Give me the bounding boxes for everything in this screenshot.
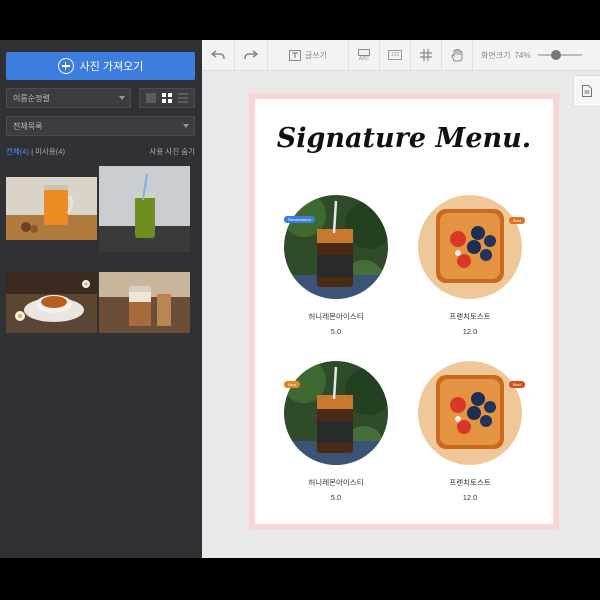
photo-thumbnail-green-juice[interactable] <box>99 166 190 252</box>
editor-app: 사진 가져오기 이름순정렬 전체목록 전체(4) | 미사용(4) 사용 사진 … <box>0 40 600 558</box>
photo-thumbnail-juice[interactable] <box>6 177 97 240</box>
number-tool-label: 123 <box>387 50 403 60</box>
editor-toolbar: 글쓰기 ABC 123 화면크기 74% <box>202 40 600 71</box>
import-photos-label: 사진 가져오기 <box>79 61 144 73</box>
undo-button[interactable] <box>202 40 235 70</box>
document-icon <box>582 85 592 97</box>
hand-tool-button[interactable] <box>442 40 473 70</box>
redo-icon <box>244 50 258 60</box>
photo-thumbnail-iced-latte[interactable] <box>99 272 190 333</box>
sort-select[interactable]: 이름순정렬 <box>6 88 131 108</box>
filter-separator: | <box>31 147 34 156</box>
import-photos-button[interactable]: 사진 가져오기 <box>6 52 195 80</box>
menu-item-badge-2: Best <box>509 217 526 224</box>
caption-icon <box>358 48 370 56</box>
zoom-label: 화면크기 <box>481 50 511 60</box>
redo-button[interactable] <box>235 40 268 70</box>
chevron-down-icon <box>183 124 189 128</box>
menu-item-name-4[interactable]: 프렌치토스트 <box>415 477 525 488</box>
page-settings-tab[interactable] <box>573 75 600 107</box>
folder-select[interactable]: 전체목록 <box>6 116 195 136</box>
menu-item-photo-1[interactable] <box>284 195 388 299</box>
undo-icon <box>211 50 225 60</box>
menu-item-photo-2[interactable] <box>418 195 522 299</box>
photo-thumbnail-tea[interactable] <box>6 272 97 333</box>
menu-item-photo-4[interactable] <box>418 361 522 465</box>
chevron-down-icon <box>119 96 125 100</box>
hide-used-toggle[interactable]: 사용 사진 숨기 <box>149 146 195 157</box>
menu-item-price-1[interactable]: 5.0 <box>281 327 391 336</box>
grid-toggle-button[interactable] <box>411 40 442 70</box>
sort-select-value: 이름순정렬 <box>13 93 50 103</box>
abc-label: ABC <box>358 55 370 62</box>
photo-filter: 전체(4) | 미사용(4) 사용 사진 숨기 <box>6 146 195 157</box>
menu-item-badge-4: Best <box>509 381 526 388</box>
text-box-icon <box>288 49 301 61</box>
menu-item-badge-1: Recommend <box>284 216 315 223</box>
menu-item-price-4[interactable]: 12.0 <box>415 493 525 502</box>
filter-tab-unused[interactable]: 미사용(4) <box>35 147 65 156</box>
menu-item-name-2[interactable]: 프렌치토스트 <box>415 311 525 322</box>
zoom-value: 74% <box>514 50 531 60</box>
list-view-icon[interactable] <box>178 93 188 103</box>
menu-item-name-3[interactable]: 허니레몬아이스티 <box>281 477 391 488</box>
caption-tool-button[interactable]: ABC <box>349 40 380 70</box>
text-tool-button[interactable]: 글쓰기 <box>268 40 349 70</box>
zoom-slider[interactable] <box>538 50 583 60</box>
menu-item-price-2[interactable]: 12.0 <box>415 327 525 336</box>
view-mode-toggle <box>139 88 195 108</box>
menu-item-photo-3[interactable] <box>284 361 388 465</box>
canvas-area: Signature Menu. Recommend Best 허니레몬아이스티 … <box>202 71 600 558</box>
photo-panel: 사진 가져오기 이름순정렬 전체목록 전체(4) | 미사용(4) 사용 사진 … <box>0 40 202 558</box>
plus-circle-icon <box>57 58 74 74</box>
menu-item-price-3[interactable]: 5.0 <box>281 493 391 502</box>
zoom-control: 화면크기 74% <box>473 40 583 70</box>
hand-icon <box>451 48 463 61</box>
menu-title[interactable]: Signature Menu. <box>255 123 553 154</box>
number-tool-button[interactable]: 123 <box>380 40 411 70</box>
zoom-slider-knob[interactable] <box>551 50 562 60</box>
folder-select-value: 전체목록 <box>13 121 43 131</box>
text-tool-label: 글쓰기 <box>304 50 328 60</box>
menu-item-badge-3: New <box>284 381 301 388</box>
menu-item-name-1[interactable]: 허니레몬아이스티 <box>281 311 391 322</box>
single-view-icon[interactable] <box>146 93 156 103</box>
filter-tab-all[interactable]: 전체(4) <box>6 147 29 156</box>
menu-page-content: Signature Menu. Recommend Best 허니레몬아이스티 … <box>255 99 553 524</box>
grid-icon <box>420 49 432 61</box>
menu-page[interactable]: Signature Menu. Recommend Best 허니레몬아이스티 … <box>249 93 559 530</box>
grid-view-icon[interactable] <box>162 93 172 103</box>
